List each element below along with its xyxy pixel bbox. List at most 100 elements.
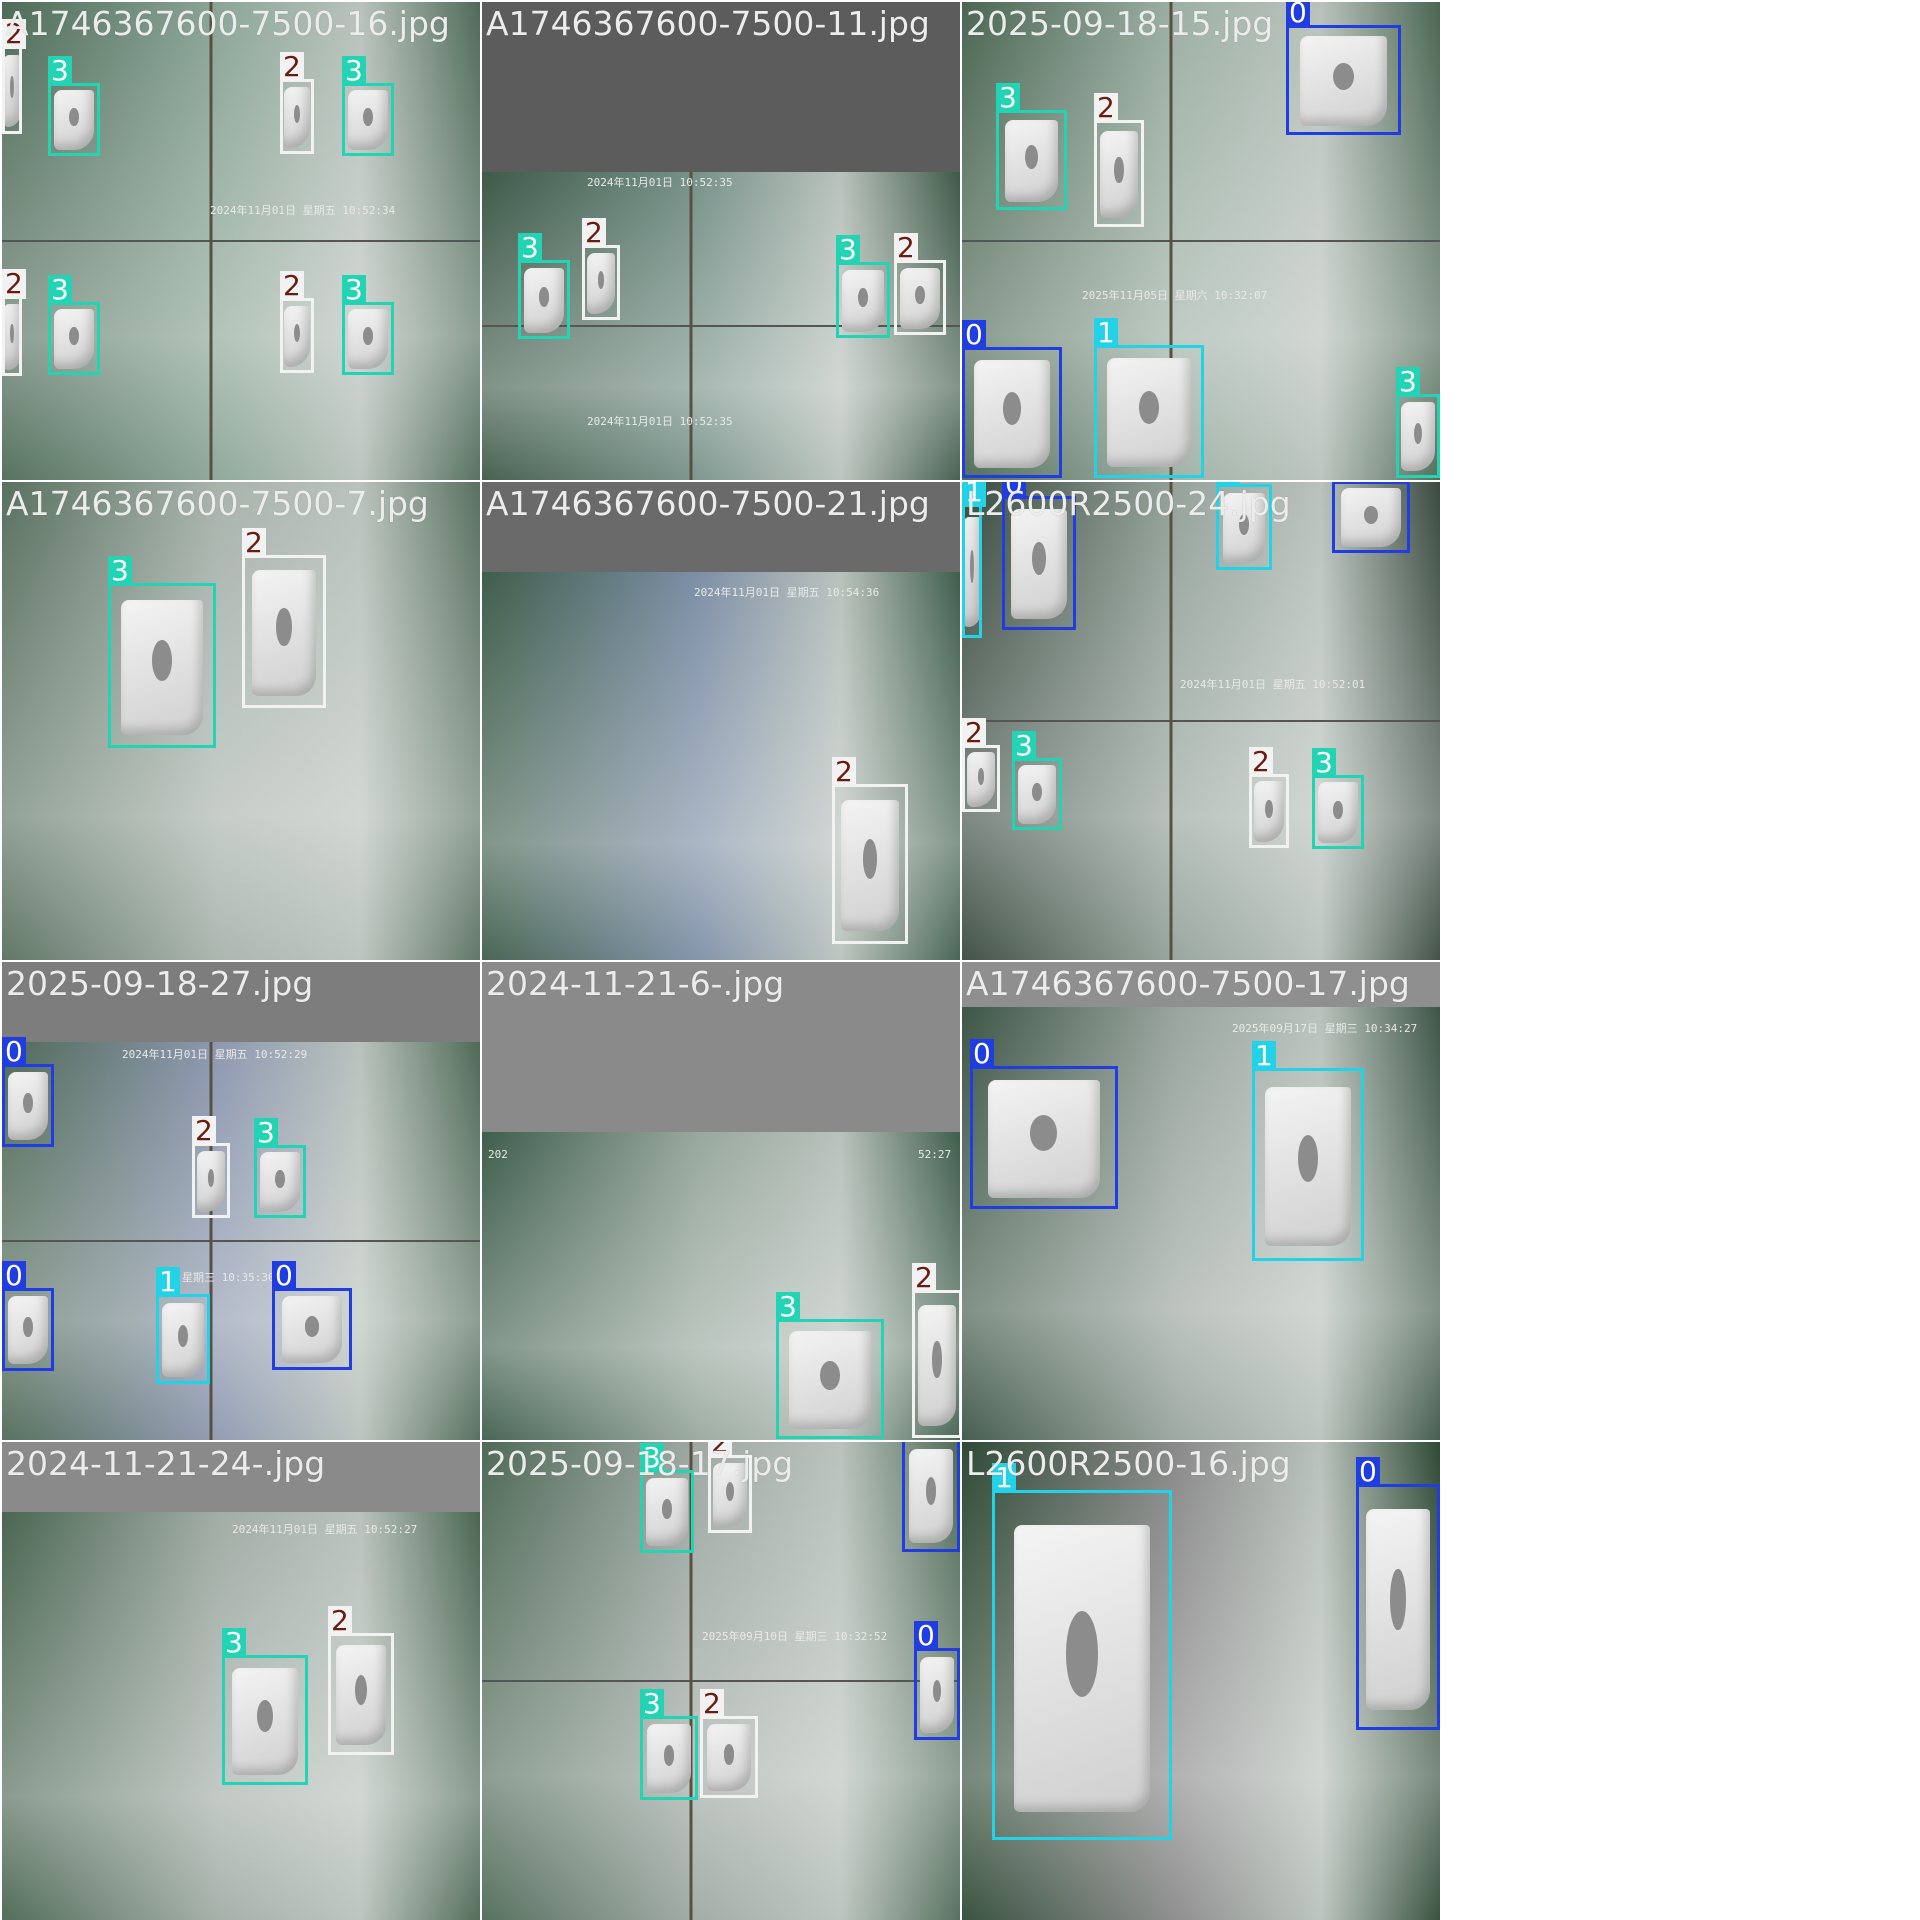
detection-class-label: 2 — [242, 528, 266, 558]
image-filename-label: A1746367600-7500-16.jpg — [6, 4, 450, 43]
mosaic-grid: A1746367600-7500-16.jpg 2024年11月01日 星期五 1… — [0, 0, 1440, 1920]
camera-timestamp: 2024年11月01日 星期五 10:52:34 — [210, 204, 396, 217]
detection-class-label: 2 — [582, 218, 606, 248]
image-filename-label: A1746367600-7500-7.jpg — [6, 484, 429, 523]
detection-class-label: 2 — [1094, 93, 1118, 123]
camera-frame-background — [482, 2, 960, 480]
detection-class-label: 0 — [272, 1261, 296, 1291]
detection-box-class-0: 0 — [1286, 2, 1401, 135]
detection-box-class-3: 3 — [640, 1689, 698, 1800]
detection-box-class-1: 1 — [156, 1267, 210, 1384]
detection-box-class-0: 0 — [1356, 1457, 1440, 1730]
detection-box-class-2: 2 — [192, 1116, 230, 1218]
detection-box-class-3: 3 — [222, 1628, 308, 1785]
image-filename-label: A1746367600-7500-21.jpg — [486, 484, 930, 523]
detection-class-label: 2 — [280, 271, 304, 301]
image-filename-label: 2024-11-21-6-.jpg — [486, 964, 785, 1003]
detection-class-label: 3 — [1012, 731, 1036, 761]
detection-class-label: 3 — [342, 275, 366, 305]
camera-frame-background — [2, 962, 480, 1440]
camera-frame-background — [482, 962, 960, 1440]
detection-box-class-2: 2 — [894, 233, 946, 335]
mosaic-tile: A1746367600-7500-7.jpg 3 2 — [2, 482, 480, 960]
detection-box-class-2: 2 — [1094, 93, 1144, 227]
detection-class-label: 0 — [1286, 2, 1310, 28]
image-filename-label: 2025-09-18-27.jpg — [6, 964, 314, 1003]
mosaic-tile: 2025-09-18-17.jpg 2025年09月10日 星期三 10:32:5… — [482, 1442, 960, 1920]
detection-class-label: 0 — [962, 320, 986, 350]
image-filename-label: A1746367600-7500-17.jpg — [966, 964, 1410, 1003]
detection-box-class-0: 0 — [272, 1261, 352, 1370]
camera-timestamp: 2024年11月01日 星期五 10:54:36 — [694, 586, 880, 599]
detection-box-class-0: 0 — [914, 1621, 960, 1740]
detection-box-class-3: 3 — [342, 56, 394, 156]
detection-box-class-3: 3 — [518, 233, 570, 339]
mosaic-tile: 2024-11-21-24-.jpg 2024年11月01日 星期五 10:52:… — [2, 1442, 480, 1920]
detection-box-class-0: 0 — [1332, 482, 1410, 553]
detection-box-class-0: 0 — [962, 320, 1062, 478]
camera-timestamp: 202 — [488, 1148, 508, 1161]
detection-class-label: 3 — [48, 56, 72, 86]
detection-class-label: 1 — [156, 1267, 180, 1297]
camera-timestamp: 2025年11月05日 星期六 10:32:07 — [1082, 289, 1268, 302]
detection-class-label: 2 — [894, 233, 918, 263]
camera-timestamp: 2025年09月10日 星期三 10:32:52 — [702, 1630, 888, 1643]
camera-frame-background — [2, 2, 480, 480]
detection-class-label: 3 — [836, 235, 860, 265]
detection-box-class-1: 1 — [992, 1463, 1172, 1840]
detection-box-class-2: 2 — [242, 528, 326, 708]
detection-class-label: 2 — [1249, 747, 1273, 777]
camera-timestamp: 2024年11月01日 星期五 10:52:01 — [1180, 678, 1366, 691]
detection-class-label: 2 — [912, 1263, 936, 1293]
detection-class-label: 2 — [328, 1606, 352, 1636]
detection-class-label: 3 — [108, 556, 132, 586]
detection-box-class-2: 2 — [912, 1263, 960, 1438]
detection-box-class-3: 3 — [996, 83, 1067, 210]
detection-box-class-3: 3 — [48, 56, 100, 156]
detection-box-class-3: 3 — [48, 275, 100, 375]
mosaic-tile: A1746367600-7500-11.jpg 2024年11月01日 10:52… — [482, 2, 960, 480]
mosaic-tile: L2600R2500-16.jpg 1 0 — [962, 1442, 1440, 1920]
detection-box-class-2: 2 — [582, 218, 620, 320]
detection-box-class-1: 1 — [1252, 1041, 1364, 1261]
detection-class-label: 3 — [342, 56, 366, 86]
camera-frame-background — [2, 482, 480, 960]
detection-class-label: 3 — [640, 1689, 664, 1719]
detection-box-class-0: 0 — [2, 1261, 54, 1371]
mosaic-tile: 2025-09-18-15.jpg 2025年11月05日 星期六 10:32:0… — [962, 2, 1440, 480]
detection-box-class-3: 3 — [342, 275, 394, 375]
mosaic-tile: L2600R2500-24.jpg 2024年11月01日 星期五 10:52:0… — [962, 482, 1440, 960]
detection-class-label: 0 — [1332, 482, 1356, 484]
camera-timestamp: 52:27 — [918, 1148, 952, 1161]
detection-class-label: 2 — [192, 1116, 216, 1146]
detection-class-label: 0 — [1356, 1457, 1380, 1487]
detection-class-label: 2 — [2, 269, 26, 299]
detection-class-label: 2 — [962, 718, 986, 748]
detection-box-class-3: 3 — [254, 1118, 306, 1218]
detection-box-class-3: 3 — [1012, 731, 1062, 830]
camera-timestamp: 2025年09月17日 星期三 10:34:27 — [1232, 1022, 1418, 1035]
detection-box-class-2: 2 — [1249, 747, 1289, 848]
detection-class-label: 3 — [1396, 367, 1420, 397]
mosaic-tile: A1746367600-7500-21.jpg 2024年11月01日 星期五 1… — [482, 482, 960, 960]
detection-class-label: 1 — [1094, 318, 1118, 348]
camera-timestamp: 2024年11月01日 10:52:35 — [587, 176, 733, 189]
detection-box-class-3: 3 — [1312, 748, 1364, 849]
detection-class-label: 2 — [700, 1689, 724, 1719]
detection-box-class-2: 2 — [2, 269, 26, 376]
detection-class-label: 1 — [1252, 1041, 1276, 1071]
detection-class-label: 0 — [970, 1039, 994, 1069]
detection-box-class-1: 1 — [1094, 318, 1204, 478]
detection-class-label: 0 — [2, 1261, 26, 1291]
camera-timestamp: 2024年11月01日 星期五 10:52:27 — [232, 1523, 418, 1536]
mosaic-tile: 2024-11-21-6-.jpg 202 52:27 3 2 — [482, 962, 960, 1440]
mosaic-tile: A1746367600-7500-16.jpg 2024年11月01日 星期五 1… — [2, 2, 480, 480]
camera-timestamp: 2024年11月01日 星期五 10:52:29 — [122, 1048, 308, 1061]
detection-class-label: 3 — [1312, 748, 1336, 778]
detection-box-class-0: 0 — [2, 1037, 54, 1147]
image-filename-label: L2600R2500-24.jpg — [966, 484, 1291, 523]
detection-box-class-2: 2 — [2, 19, 26, 134]
detection-box-class-3: 3 — [1396, 367, 1440, 478]
detection-class-label: 2 — [832, 757, 856, 787]
detection-box-class-2: 2 — [280, 52, 314, 154]
